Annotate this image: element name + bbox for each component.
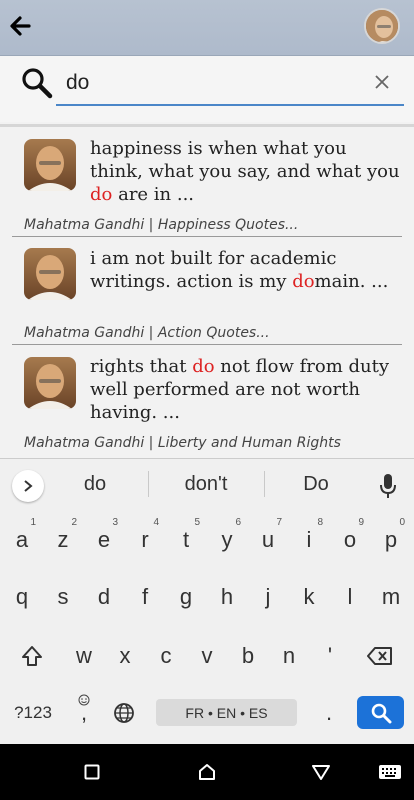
key-r[interactable]: r4 <box>127 515 163 565</box>
recents-button[interactable] <box>78 758 106 786</box>
key-u[interactable]: u7 <box>250 515 286 565</box>
key-d[interactable]: d <box>86 572 122 622</box>
quote-text: rights that do not flow from duty well p… <box>90 356 390 423</box>
chevron-right-icon <box>24 480 33 492</box>
quote-text: i am not built for academic writings. ac… <box>90 248 389 292</box>
gandhi-thumbnail <box>24 248 76 300</box>
system-nav-bar <box>0 744 414 800</box>
gandhi-thumbnail <box>24 357 76 409</box>
key-g[interactable]: g <box>168 572 204 622</box>
backspace-icon <box>367 647 392 665</box>
key-x[interactable]: x <box>107 631 143 681</box>
key-q[interactable]: q <box>4 572 40 622</box>
key-o[interactable]: o9 <box>332 515 368 565</box>
comma-key[interactable]: , <box>66 688 102 738</box>
language-key[interactable] <box>106 688 142 738</box>
symbols-key[interactable]: ?123 <box>10 688 56 738</box>
keyboard-switch-button[interactable] <box>376 758 404 786</box>
search-icon <box>371 703 391 723</box>
key-m[interactable]: m <box>373 572 409 622</box>
key-z[interactable]: z2 <box>45 515 81 565</box>
suggestion-3[interactable]: Do <box>261 473 371 496</box>
emoji-icon <box>78 694 90 706</box>
app-bar <box>0 0 414 56</box>
key-j[interactable]: j <box>250 572 286 622</box>
key-i[interactable]: i8 <box>291 515 327 565</box>
suggestion-strip: do don't Do <box>0 459 414 511</box>
soft-keyboard: do don't Do a1 z2 e3 r4 t5 y6 u7 i8 o9 p… <box>0 458 414 744</box>
period-key[interactable]: . <box>311 688 347 738</box>
profile-avatar[interactable] <box>364 8 400 44</box>
key-n[interactable]: n <box>271 631 307 681</box>
search-action-button[interactable] <box>357 696 404 729</box>
quote-source: Mahatma Gandhi | Happiness Quotes... <box>24 217 299 233</box>
key-y[interactable]: y6 <box>209 515 245 565</box>
key-p[interactable]: p0 <box>373 515 409 565</box>
key-h[interactable]: h <box>209 572 245 622</box>
key-t[interactable]: t5 <box>168 515 204 565</box>
key-l[interactable]: l <box>332 572 368 622</box>
key-b[interactable]: b <box>230 631 266 681</box>
quote-source: Mahatma Gandhi | Action Quotes... <box>24 325 270 341</box>
divider <box>148 471 149 497</box>
key-f[interactable]: f <box>127 572 163 622</box>
close-icon <box>375 75 389 89</box>
quote-match: do <box>192 356 215 377</box>
list-item[interactable]: happiness is when what you think, what y… <box>0 127 414 236</box>
microphone-icon <box>380 474 396 498</box>
face-icon <box>366 10 398 42</box>
key-k[interactable]: k <box>291 572 327 622</box>
microphone-button[interactable] <box>374 471 402 501</box>
key-e[interactable]: e3 <box>86 515 122 565</box>
back-button[interactable] <box>4 10 36 42</box>
shift-arrow-icon <box>22 646 42 666</box>
suggestion-1[interactable]: do <box>40 473 150 496</box>
key-w[interactable]: w <box>66 631 102 681</box>
results-list: happiness is when what you think, what y… <box>0 124 414 456</box>
search-input[interactable] <box>56 62 404 106</box>
back-nav-button[interactable] <box>307 758 335 786</box>
magnifier-icon <box>22 68 53 99</box>
list-item[interactable]: i am not built for academic writings. ac… <box>0 237 414 346</box>
suggestion-2[interactable]: don't <box>151 473 261 496</box>
clear-search-button[interactable] <box>368 68 396 96</box>
shift-key[interactable] <box>14 631 50 681</box>
recents-square-icon <box>84 764 100 780</box>
quote-match: do <box>292 271 315 292</box>
key-c[interactable]: c <box>148 631 184 681</box>
key-v[interactable]: v <box>189 631 225 681</box>
space-bar[interactable]: FR • EN • ES <box>156 699 297 726</box>
key-a[interactable]: a1 <box>4 515 40 565</box>
back-triangle-icon <box>312 765 330 780</box>
home-icon <box>199 764 215 780</box>
search-bar <box>0 56 414 122</box>
home-button[interactable] <box>193 758 221 786</box>
quote-text: happiness is when what you think, what y… <box>90 138 400 205</box>
quote-source: Mahatma Gandhi | Liberty and Human Right… <box>24 435 341 451</box>
gandhi-thumbnail <box>24 139 76 191</box>
list-item[interactable]: rights that do not flow from duty well p… <box>0 345 414 454</box>
arrow-left-icon <box>10 16 31 36</box>
keyboard-icon <box>379 765 401 779</box>
globe-icon <box>114 703 134 723</box>
backspace-key[interactable] <box>362 631 398 681</box>
key-s[interactable]: s <box>45 572 81 622</box>
key-apostrophe[interactable]: ' <box>312 631 348 681</box>
quote-match: do <box>90 184 113 205</box>
